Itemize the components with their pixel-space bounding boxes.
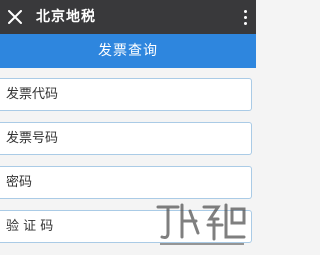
top-bar: 北京地税 bbox=[0, 0, 256, 34]
more-button[interactable] bbox=[238, 6, 252, 28]
watermark-logo bbox=[156, 203, 246, 245]
invoice-code-field[interactable]: 发票代码 bbox=[0, 78, 252, 111]
invoice-code-placeholder: 发票代码 bbox=[6, 87, 59, 102]
app-title: 北京地税 bbox=[36, 9, 96, 25]
page-header: 发票查询 bbox=[0, 34, 256, 68]
more-vertical-icon bbox=[243, 9, 247, 13]
password-placeholder: 密码 bbox=[6, 175, 33, 190]
captcha-placeholder: 验 证 码 bbox=[6, 219, 54, 234]
close-button[interactable] bbox=[4, 6, 26, 28]
invoice-number-field[interactable]: 发票号码 bbox=[0, 122, 252, 155]
invoice-number-placeholder: 发票号码 bbox=[6, 131, 59, 146]
page-title: 发票查询 bbox=[98, 43, 158, 59]
close-icon bbox=[8, 10, 22, 24]
